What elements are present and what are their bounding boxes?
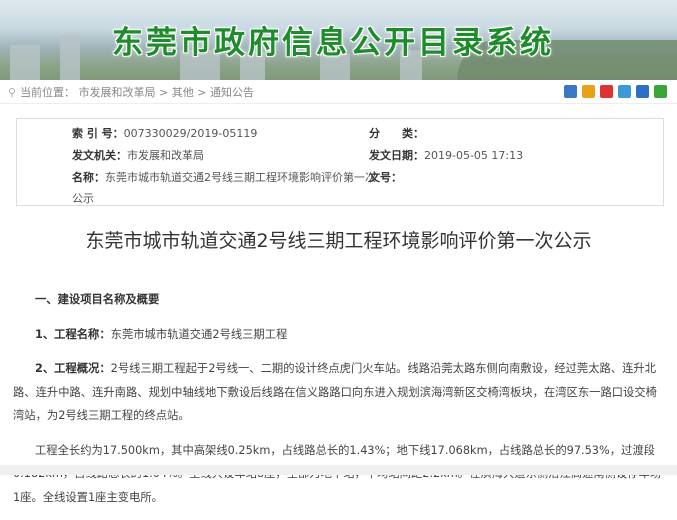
breadcrumb-label: 当前位置： [20,86,76,99]
breadcrumb-item[interactable]: 其他 [172,86,194,99]
index-value: 007330029/2019-05119 [123,127,258,140]
paragraph: 1、工程名称：东莞市城市轨道交通2号线三期工程 [13,323,665,347]
paragraph: 2、工程概况：2号线三期工程起于2号线一、二期的设计终点虎门火车站。线路沿莞太路… [13,357,665,428]
wechat-icon[interactable] [654,85,667,98]
share-toolbar [564,85,667,98]
paragraph-text: 东莞市城市轨道交通2号线三期工程 [110,327,288,341]
doc-number: 文号： [369,169,402,185]
docno-label: 文号： [369,171,402,184]
category-label: 分 类： [369,127,424,140]
section-heading: 一、建设项目名称及概要 [13,288,665,312]
breadcrumb-item[interactable]: 市发展和改革局 [79,86,156,99]
banner-building [10,45,40,80]
doc-name: 名称：东莞市城市轨道交通2号线三期工程环境影响评价第一次 [72,169,376,185]
issuer-value: 市发展和改革局 [127,149,204,162]
site-title: 东莞市政府信息公开目录系统 [112,25,554,61]
renren-icon[interactable] [636,85,649,98]
section-heading-text: 一、建设项目名称及概要 [35,293,160,306]
name-value-cont: 公示 [72,192,94,205]
document-body: 一、建设项目名称及概要 1、工程名称：东莞市城市轨道交通2号线三期工程 2、工程… [13,288,665,520]
doc-name-cont: 公示 [72,190,94,206]
document-info-box: 索 引 号：007330029/2019-05119 分 类： 发文机关：市发展… [16,118,664,206]
date-value: 2019-05-05 17:13 [424,149,524,162]
breadcrumb-separator: > [159,86,169,99]
category: 分 类： [369,125,424,141]
location-pin-icon: ⚲ [8,86,17,99]
breadcrumb-item[interactable]: 通知公告 [210,86,254,99]
bottom-strip [0,465,677,475]
banner-building [60,35,80,80]
issuer-label: 发文机关： [72,149,127,162]
issue-date: 发文日期：2019-05-05 17:13 [369,147,523,163]
tencent-icon[interactable] [618,85,631,98]
share-plus-icon[interactable] [564,85,577,98]
name-label: 名称： [72,171,105,184]
breadcrumb-separator: > [197,86,207,99]
document-title: 东莞市城市轨道交通2号线三期工程环境影响评价第一次公示 [85,230,592,252]
paragraph-label: 1、工程名称： [35,327,111,341]
index-label: 索 引 号： [72,127,124,140]
index-number: 索 引 号：007330029/2019-05119 [72,125,257,141]
date-label: 发文日期： [369,149,424,162]
issuer: 发文机关：市发展和改革局 [72,147,204,163]
qzone-icon[interactable] [582,85,595,98]
header-banner: 东莞市政府信息公开目录系统 [0,0,677,80]
weibo-icon[interactable] [600,85,613,98]
paragraph-label: 2、工程概况： [35,362,111,375]
name-value: 东莞市城市轨道交通2号线三期工程环境影响评价第一次 [105,171,376,184]
